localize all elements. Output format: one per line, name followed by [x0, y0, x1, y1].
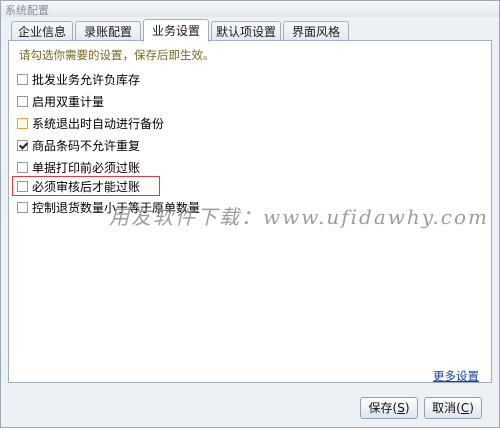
checkbox[interactable]: [17, 180, 28, 192]
save-button[interactable]: 保存(S): [360, 397, 418, 419]
window-title: 系统配置: [5, 4, 49, 17]
title-bar: 系统配置: [1, 1, 499, 17]
option-label: 启用双重计量: [32, 94, 105, 109]
more-settings-link[interactable]: 更多设置: [433, 368, 479, 384]
option-label: 批发业务允许负库存: [32, 72, 141, 87]
settings-panel: 请勾选你需要的设置，保存后即生效。 批发业务允许负库存 启用双重计量 系统退出时…: [8, 40, 492, 383]
option-audit-before-post[interactable]: 必须审核后才能过账: [17, 177, 140, 195]
checkbox[interactable]: [17, 73, 28, 85]
save-label: 保存: [368, 401, 393, 415]
tab-ui-style[interactable]: 界面风格: [283, 21, 349, 41]
watermark-text: 用友软件下载：www.ufidawhy.com: [109, 205, 489, 229]
cancel-label: 取消: [432, 401, 457, 415]
option-allow-negative-stock[interactable]: 批发业务允许负库存: [17, 70, 140, 88]
option-unique-barcode[interactable]: 商品条码不允许重复: [17, 136, 140, 154]
tab-default-settings[interactable]: 默认项设置: [211, 21, 281, 41]
checkbox[interactable]: [17, 117, 28, 129]
checkbox[interactable]: [17, 201, 28, 213]
checkbox-checked[interactable]: [17, 139, 28, 151]
option-post-before-print[interactable]: 单据打印前必须过账: [17, 158, 140, 176]
cancel-button[interactable]: 取消(C): [424, 397, 482, 419]
tab-company-info[interactable]: 企业信息: [11, 21, 73, 41]
tab-business-settings[interactable]: 业务设置: [143, 19, 209, 42]
option-label: 商品条码不允许重复: [32, 138, 141, 153]
settings-window: 系统配置 企业信息 录账配置 业务设置 默认项设置 界面风格 请勾选你需要的设置…: [0, 0, 500, 428]
tab-entry-config[interactable]: 录账配置: [75, 21, 141, 41]
option-label: 单据打印前必须过账: [32, 160, 141, 175]
option-label: 必须审核后才能过账: [32, 179, 141, 194]
option-auto-backup[interactable]: 系统退出时自动进行备份: [17, 114, 164, 132]
cancel-shortcut: C: [460, 401, 470, 415]
option-label: 系统退出时自动进行备份: [32, 116, 165, 131]
hint-text: 请勾选你需要的设置，保存后即生效。: [19, 48, 215, 62]
checkbox[interactable]: [17, 95, 28, 107]
save-shortcut: S: [397, 401, 405, 415]
option-dual-measure[interactable]: 启用双重计量: [17, 92, 104, 110]
checkbox[interactable]: [17, 161, 28, 173]
